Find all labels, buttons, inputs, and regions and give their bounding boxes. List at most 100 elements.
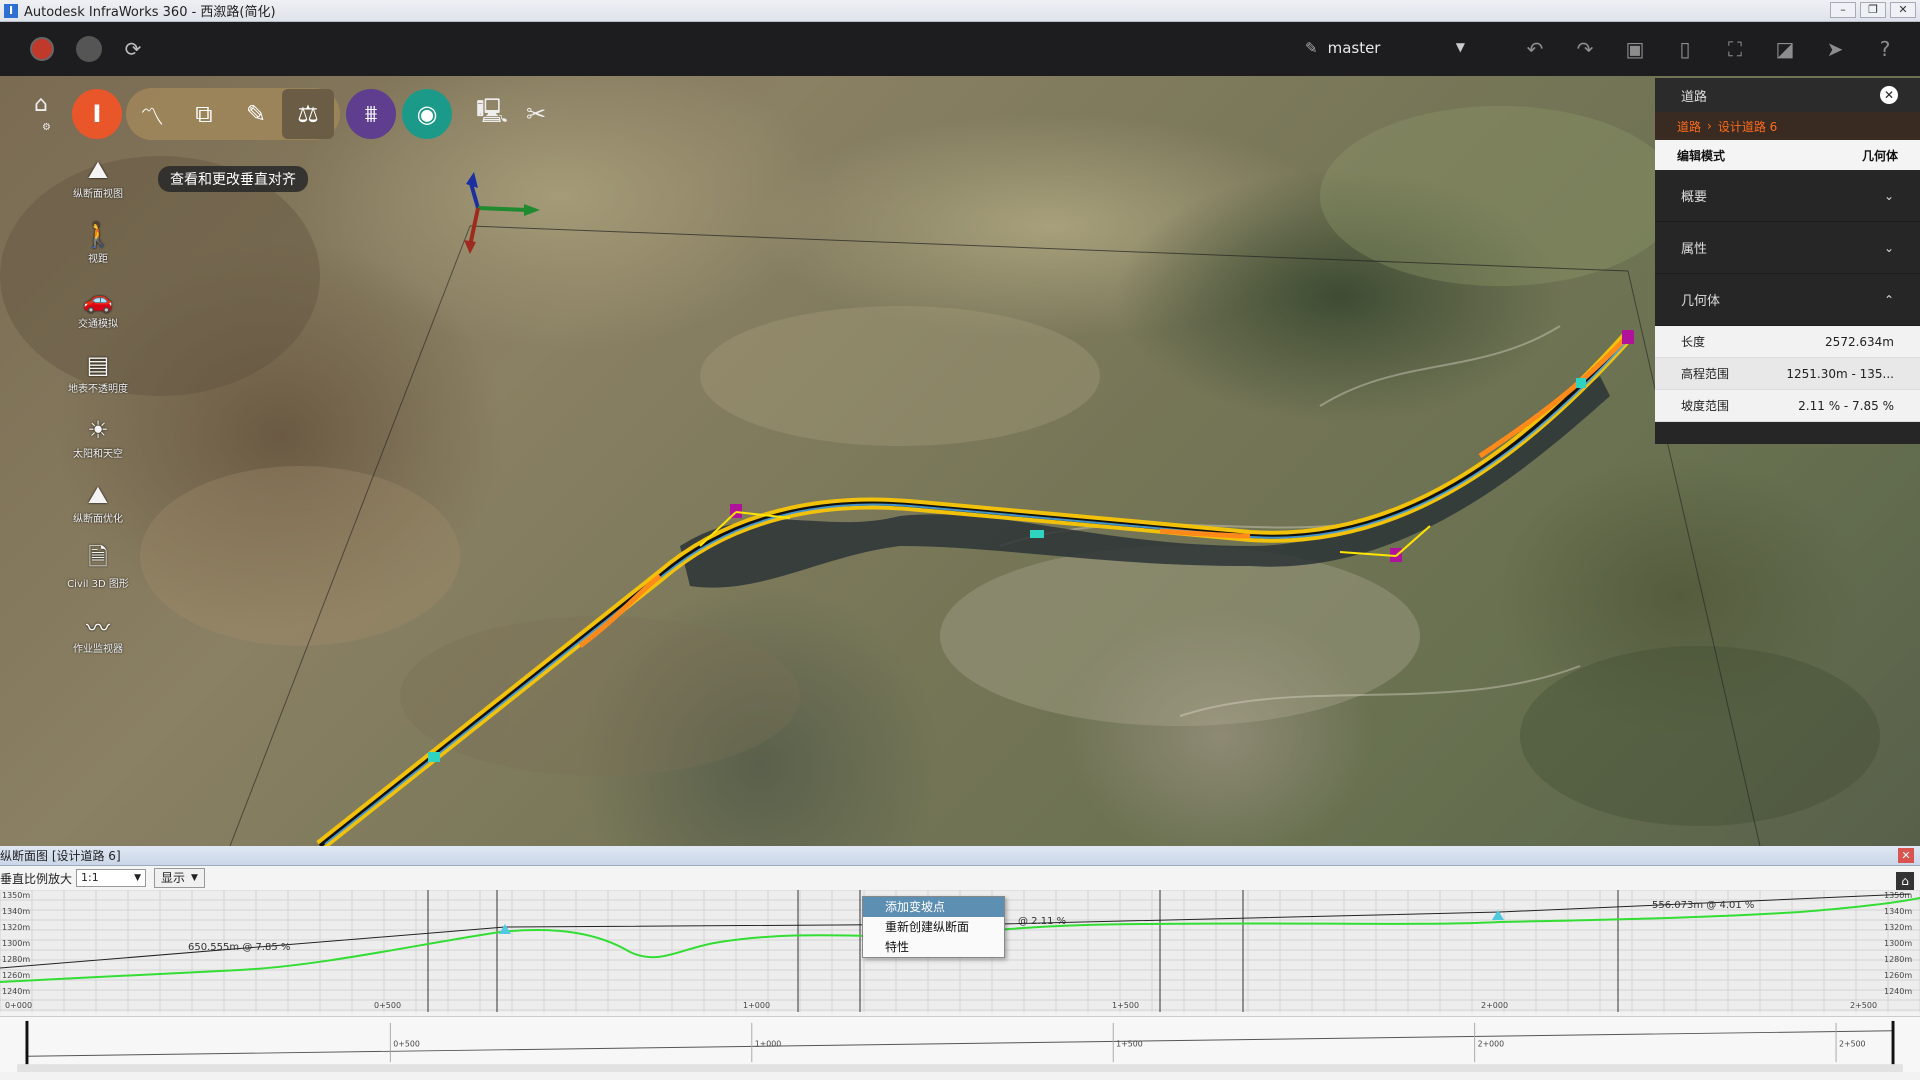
overview-station-label: 2+500: [1839, 1039, 1866, 1048]
alignment-mode-button[interactable]: 〽: [126, 89, 178, 139]
sun-sky-icon: ☀: [87, 416, 109, 444]
panel-title: 道路: [1681, 89, 1708, 105]
left-tool-surface-opacity[interactable]: ▤ 地表不透明度: [68, 350, 128, 395]
grip-handle[interactable]: [428, 752, 440, 762]
chevron-down-icon: ⌄: [1883, 240, 1894, 255]
left-tool-label: 视距: [88, 254, 108, 265]
user-icon[interactable]: [30, 37, 54, 61]
help-icon[interactable]: ?: [1870, 34, 1900, 64]
copy-mode-button[interactable]: ⧉: [178, 89, 230, 139]
civil3d-icon: 🗎: [88, 542, 108, 571]
chevron-up-icon: ⌃: [1883, 292, 1894, 307]
draw-mode-button[interactable]: ✎: [230, 89, 282, 139]
profile-home-icon[interactable]: ⌂: [1896, 872, 1914, 890]
drainage-mode-button[interactable]: ◉: [402, 89, 452, 139]
fit-icon[interactable]: ⛶: [1720, 34, 1750, 64]
left-tool-label: 交通模拟: [78, 319, 118, 330]
branch-selector[interactable]: ✎ master ▼: [1305, 32, 1465, 64]
left-tool-label: 纵断面视图: [73, 189, 123, 200]
elevation-label: 1350m: [1884, 891, 1912, 900]
left-tool-profile-optimization[interactable]: ⛰ 纵断面优化: [73, 480, 123, 525]
bridge-mode-button[interactable]: ⩩: [346, 89, 396, 139]
property-value: 1251.30m - 135...: [1786, 366, 1894, 381]
station-label: 0+500: [374, 1001, 401, 1010]
grip-handle[interactable]: [1576, 378, 1586, 388]
elevation-label: 1320m: [1884, 923, 1912, 932]
pvi-marker[interactable]: [1622, 330, 1634, 344]
split-icon[interactable]: ▯: [1670, 34, 1700, 64]
window-controls: – ❐ ✕: [1830, 2, 1916, 18]
grip-handle[interactable]: [1030, 530, 1044, 538]
home-icon[interactable]: ⌂: [34, 92, 48, 117]
left-tool-profile-view[interactable]: ⛰ 纵断面视图: [73, 155, 123, 200]
breadcrumb-separator: ›: [1707, 119, 1712, 133]
display-dropdown[interactable]: 显示 ▼: [154, 868, 205, 888]
menu-item-recreate-profile[interactable]: 重新创建纵断面: [863, 917, 1004, 937]
title-bar: I Autodesk InfraWorks 360 - 西溆路(简化) – ❐ …: [0, 0, 1920, 22]
elevation-label: 1240m: [1884, 987, 1912, 996]
left-tool-sun-sky[interactable]: ☀ 太阳和天空: [73, 415, 123, 460]
road-properties-panel: 道路 ✕ 道路 › 设计道路 6 编辑模式 几何体 概要 ⌄ 属性 ⌄ 几何体 …: [1655, 78, 1920, 444]
section-label: 概要: [1681, 190, 1708, 205]
display-label: 显示: [161, 871, 186, 885]
overview-station-label: 1+000: [755, 1039, 782, 1048]
breadcrumb-item[interactable]: 设计道路 6: [1718, 118, 1777, 135]
redo-icon[interactable]: ↷: [1570, 34, 1600, 64]
left-tool-civil3d[interactable]: 🗎 Civil 3D 图形: [67, 542, 129, 591]
select-icon[interactable]: ◪: [1770, 34, 1800, 64]
drainage-icon: ◉: [416, 100, 438, 128]
window-icon[interactable]: ▣: [1620, 34, 1650, 64]
monitor-icon: 🖳: [475, 96, 509, 125]
chevron-down-icon: ▼: [1455, 40, 1465, 54]
station-label: 2+500: [1850, 1001, 1877, 1010]
elevation-label: 1350m: [2, 891, 30, 900]
left-tool-sight-distance[interactable]: 🚶 视距: [81, 220, 115, 265]
context-menu: 添加变坡点 重新创建纵断面 特性: [862, 896, 1005, 958]
profile-title-bar: 纵断面图 [设计道路 6] ✕: [0, 846, 1920, 866]
cloud-icon[interactable]: [76, 36, 102, 62]
traffic-icon: 🚗: [83, 286, 113, 314]
balance-mode-button[interactable]: ⚖: [282, 89, 334, 139]
chevron-down-icon: ⌄: [1883, 188, 1894, 203]
section-properties[interactable]: 属性 ⌄: [1655, 222, 1920, 274]
profile-close-button[interactable]: ✕: [1898, 848, 1914, 863]
section-summary[interactable]: 概要 ⌄: [1655, 170, 1920, 222]
top-toolbar: ⟳ ✎ master ▼ ↶ ↷ ▣ ▯ ⛶ ◪ ➤ ?: [0, 22, 1920, 76]
panel-close-button[interactable]: ✕: [1880, 86, 1898, 104]
left-tool-job-monitor[interactable]: 〰 作业监视器: [73, 610, 123, 656]
mode-tooltip: 查看和更改垂直对齐: [158, 166, 308, 192]
section-geometry[interactable]: 几何体 ⌃: [1655, 274, 1920, 326]
menu-item-add-pvi[interactable]: 添加变坡点: [863, 897, 1004, 917]
tools-mode-button[interactable]: ✂: [518, 89, 554, 139]
grade-label: 556.073m @ 4.01 %: [1652, 900, 1754, 911]
profile-view-icon: ⛰: [87, 156, 109, 184]
left-toolbar: ⛰ 纵断面视图 🚶 视距 🚗 交通模拟 ▤ 地表不透明度 ☀ 太阳和天空 ⛰ 纵…: [60, 155, 136, 655]
left-tool-label: 纵断面优化: [73, 514, 123, 525]
pencil-icon: ✎: [245, 100, 267, 128]
road-mode-button[interactable]: I: [72, 89, 122, 139]
settings-gear-icon[interactable]: ⚙: [42, 122, 51, 133]
chevron-down-icon: ▼: [134, 873, 142, 883]
elevation-label: 1260m: [1884, 971, 1912, 980]
profile-overview[interactable]: 0+500 1+000 1+500 2+000 2+500: [0, 1016, 1920, 1072]
left-tool-traffic[interactable]: 🚗 交通模拟: [78, 285, 118, 330]
minimize-button[interactable]: –: [1830, 2, 1856, 18]
undo-icon[interactable]: ↶: [1520, 34, 1550, 64]
left-tool-label: 太阳和天空: [73, 449, 123, 460]
menu-item-properties[interactable]: 特性: [863, 937, 1004, 957]
edit-mode-value[interactable]: 几何体: [1862, 147, 1898, 164]
elevation-label: 1320m: [2, 923, 30, 932]
pointer-icon[interactable]: ➤: [1820, 34, 1850, 64]
close-window-button[interactable]: ✕: [1890, 2, 1916, 18]
mode-group: 〽 ⧉ ✎ ⚖: [126, 88, 340, 140]
analysis-mode-button[interactable]: 🖳: [466, 89, 518, 139]
elevation-label: 1280m: [2, 955, 30, 964]
breadcrumb-root[interactable]: 道路: [1677, 118, 1701, 135]
elevation-label: 1340m: [2, 907, 30, 916]
edit-mode-label: 编辑模式: [1677, 148, 1726, 163]
chevron-down-icon: ▼: [191, 873, 198, 883]
maximize-button[interactable]: ❐: [1860, 2, 1886, 18]
sync-icon[interactable]: ⟳: [118, 34, 148, 64]
app-logo-icon: I: [4, 3, 18, 18]
scale-select[interactable]: 1:1 ▼: [76, 869, 147, 887]
